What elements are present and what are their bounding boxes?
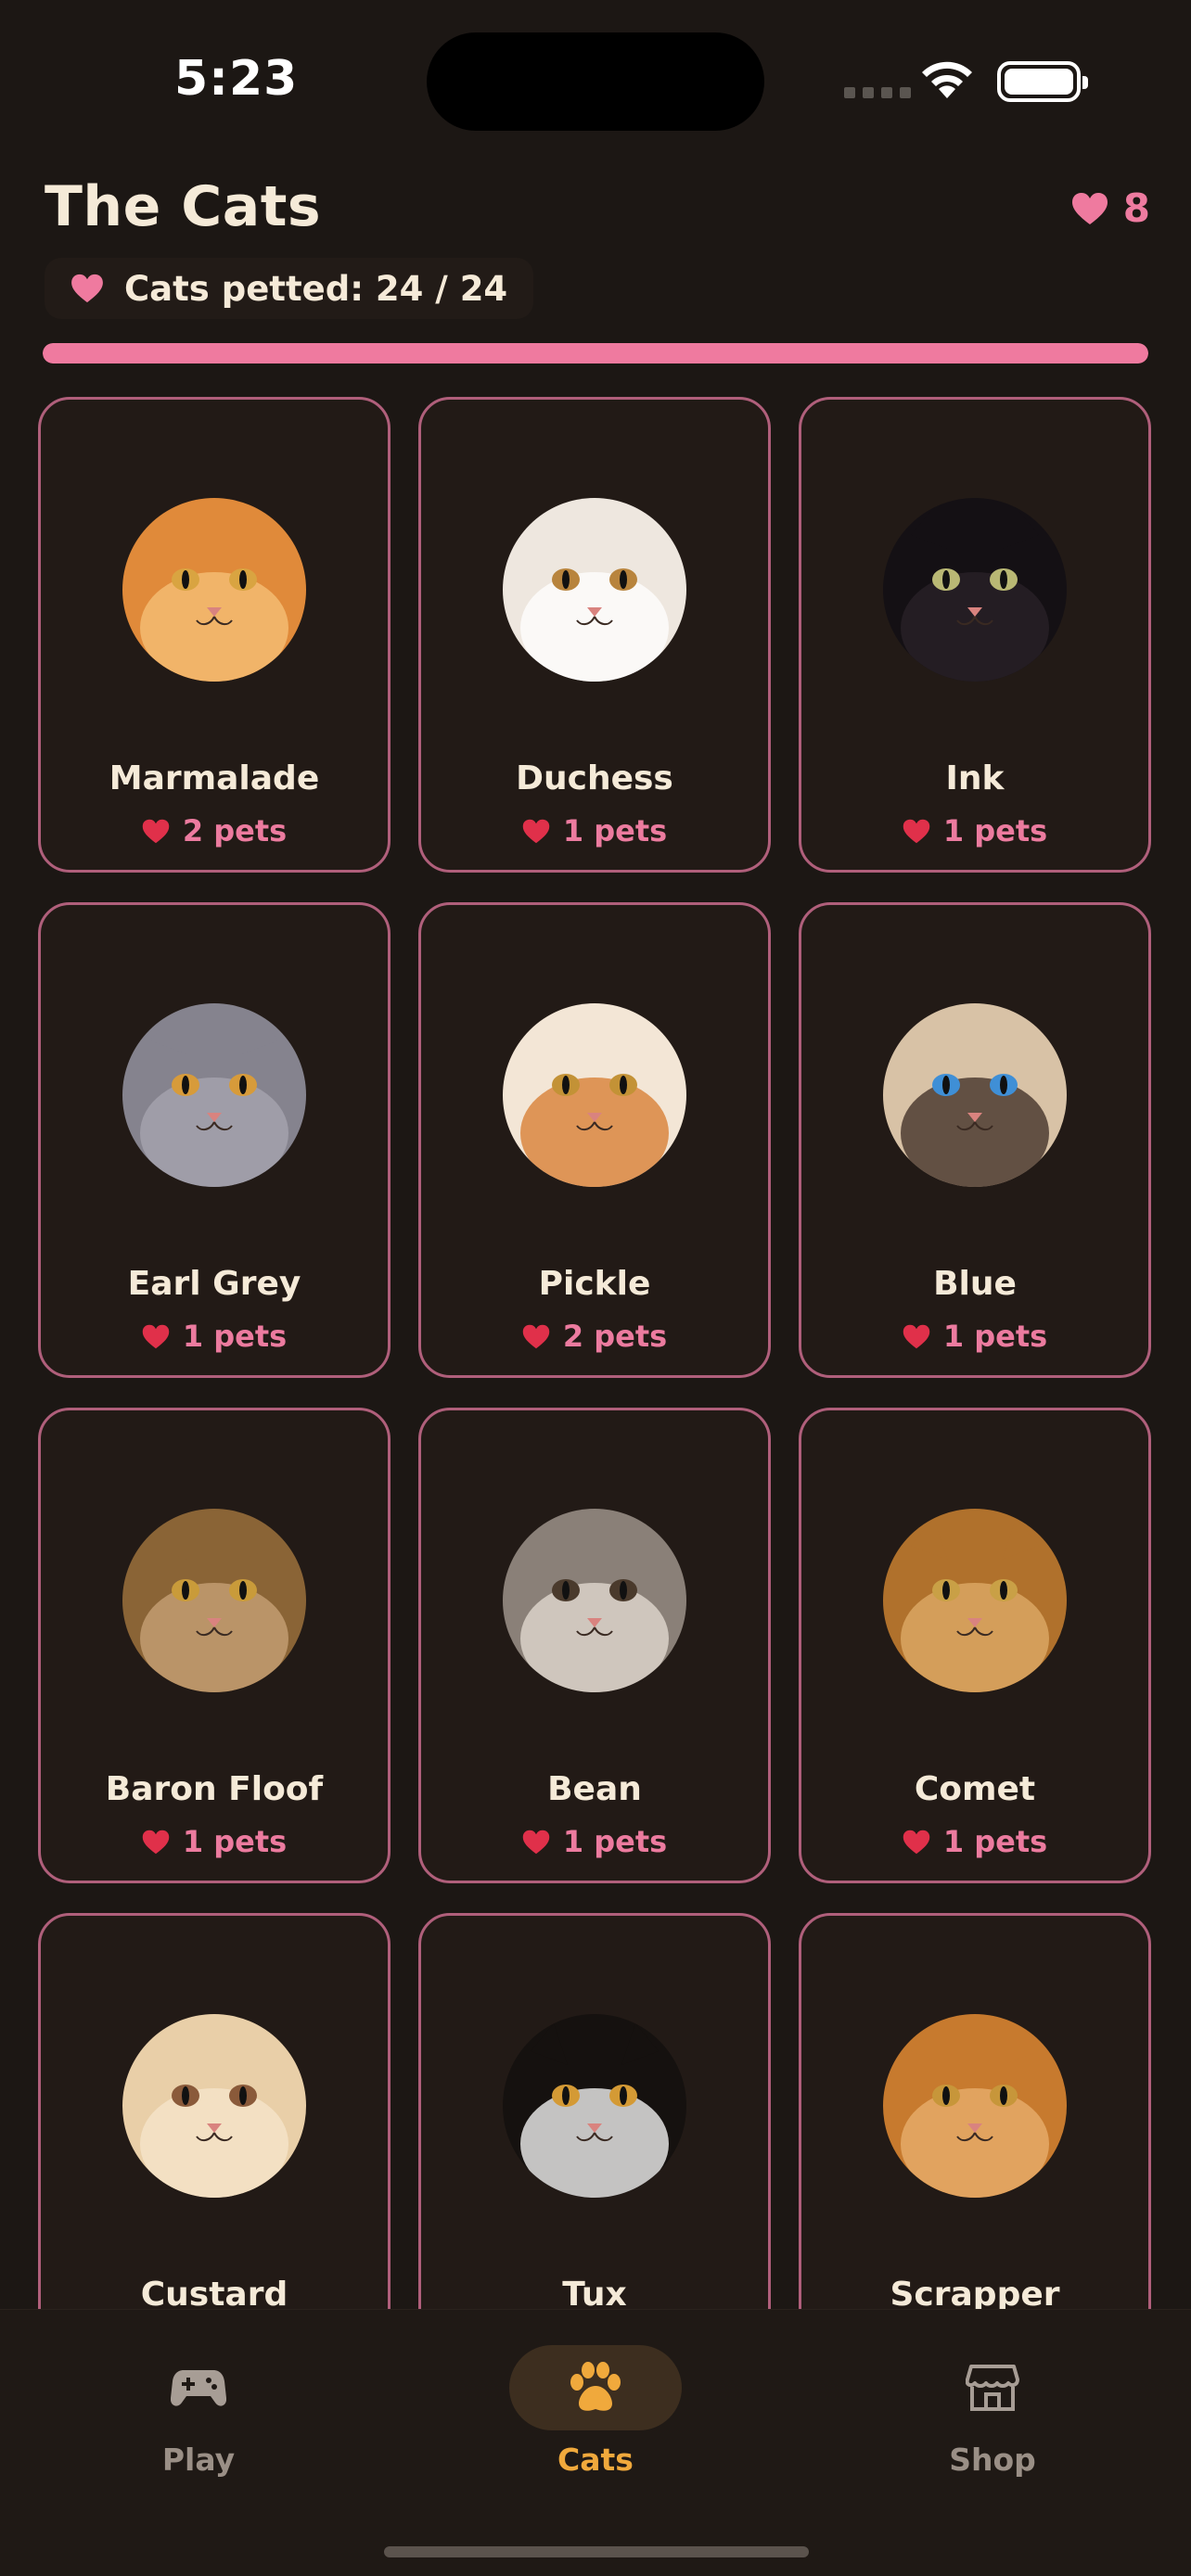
progress-fill — [43, 343, 1148, 363]
tab-shop-label: Shop — [949, 2442, 1036, 2478]
cat-name: Scrapper — [890, 2276, 1060, 2309]
cat-pets-count: 1 pets — [562, 813, 668, 848]
heart-icon — [903, 1830, 930, 1854]
tab-play[interactable]: Play — [96, 2345, 301, 2478]
tab-shop[interactable]: Shop — [890, 2345, 1095, 2478]
heart-icon — [142, 1830, 170, 1854]
home-indicator — [384, 2546, 809, 2557]
heart-icon — [1071, 192, 1108, 224]
cat-avatar — [122, 1509, 306, 1692]
cat-avatar — [883, 1509, 1067, 1692]
cat-pets: 1 pets — [41, 1824, 388, 1859]
cat-pets-count: 2 pets — [562, 1319, 668, 1354]
cats-screen: 5:23 The Cats 8 Cats petted: 24 / 24 Mar… — [0, 0, 1191, 2576]
cat-pets: 1 pets — [421, 1824, 768, 1859]
heart-icon — [903, 819, 930, 843]
cat-card[interactable]: Custard — [38, 1913, 391, 2309]
status-time: 5:23 — [174, 51, 299, 107]
total-hearts-counter: 8 — [1071, 185, 1150, 231]
cat-name: Ink — [945, 759, 1005, 797]
cat-card[interactable]: Ink 1 pets — [799, 397, 1151, 873]
cat-pets-count: 1 pets — [942, 813, 1048, 848]
petted-progress-bar — [43, 343, 1148, 363]
cat-pets: 1 pets — [801, 1824, 1148, 1859]
cat-card[interactable]: Tux — [418, 1913, 771, 2309]
cat-pets: 1 pets — [801, 1319, 1148, 1354]
cat-card[interactable]: Duchess 1 pets — [418, 397, 771, 873]
cat-card[interactable]: Pickle 2 pets — [418, 902, 771, 1378]
tab-cats[interactable]: Cats — [493, 2345, 698, 2478]
heart-icon — [142, 819, 170, 843]
cat-card[interactable]: Bean 1 pets — [418, 1408, 771, 1883]
cat-name: Duchess — [516, 759, 673, 797]
total-hearts-count: 8 — [1122, 185, 1150, 231]
cat-avatar — [122, 2014, 306, 2198]
cat-pets: 1 pets — [421, 813, 768, 848]
cat-name: Blue — [933, 1265, 1017, 1303]
cat-avatar — [883, 2014, 1067, 2198]
cat-pets-count: 1 pets — [942, 1824, 1048, 1859]
tab-cats-label: Cats — [557, 2442, 634, 2478]
cat-pets-count: 1 pets — [942, 1319, 1048, 1354]
cat-card[interactable]: Scrapper — [799, 1913, 1151, 2309]
cat-pets: 1 pets — [801, 813, 1148, 848]
storefront-icon — [966, 2365, 1019, 2411]
cat-pets-count: 2 pets — [182, 813, 288, 848]
cat-name: Tux — [562, 2276, 627, 2309]
cat-avatar — [503, 1003, 686, 1187]
cat-pets: 2 pets — [421, 1319, 768, 1354]
dynamic-island — [427, 32, 764, 131]
page-title: The Cats — [45, 174, 322, 239]
cat-avatar — [883, 1003, 1067, 1187]
cat-name: Marmalade — [109, 759, 320, 797]
cat-name: Comet — [914, 1770, 1036, 1808]
cat-name: Pickle — [538, 1265, 651, 1303]
wifi-icon — [922, 61, 972, 98]
cat-avatar — [122, 498, 306, 682]
heart-icon — [142, 1324, 170, 1348]
heart-icon — [71, 274, 103, 303]
cat-avatar — [503, 1509, 686, 1692]
cat-card[interactable]: Earl Grey 1 pets — [38, 902, 391, 1378]
battery-icon — [997, 61, 1088, 102]
cellular-signal-icon — [844, 87, 911, 98]
gamepad-icon — [171, 2370, 226, 2406]
cat-name: Custard — [140, 2276, 288, 2309]
cat-pets: 1 pets — [41, 1319, 388, 1354]
cat-pets-count: 1 pets — [562, 1824, 668, 1859]
petted-summary-label: Cats petted: 24 / 24 — [124, 268, 508, 309]
cat-card[interactable]: Marmalade 2 pets — [38, 397, 391, 873]
cat-grid: Marmalade 2 pets Duchess 1 pets Ink 1 pets Ear… — [38, 397, 1153, 2309]
cat-card[interactable]: Blue 1 pets — [799, 902, 1151, 1378]
cat-name: Earl Grey — [127, 1265, 301, 1303]
cat-pets: 2 pets — [41, 813, 388, 848]
heart-icon — [522, 1324, 550, 1348]
cat-avatar — [503, 498, 686, 682]
cat-name: Baron Floof — [105, 1770, 324, 1808]
cat-pets-count: 1 pets — [182, 1824, 288, 1859]
heart-icon — [522, 819, 550, 843]
heart-icon — [522, 1830, 550, 1854]
cat-card[interactable]: Baron Floof 1 pets — [38, 1408, 391, 1883]
cat-avatar — [883, 498, 1067, 682]
petted-summary: Cats petted: 24 / 24 — [45, 258, 534, 319]
cat-pets-count: 1 pets — [182, 1319, 288, 1354]
heart-icon — [903, 1324, 930, 1348]
cat-avatar — [122, 1003, 306, 1187]
tab-play-label: Play — [161, 2442, 236, 2478]
paw-icon — [570, 2362, 621, 2411]
cat-name: Bean — [547, 1770, 642, 1808]
tab-bar: Play Cats Shop — [0, 2309, 1191, 2576]
cat-avatar — [503, 2014, 686, 2198]
cat-card[interactable]: Comet 1 pets — [799, 1408, 1151, 1883]
